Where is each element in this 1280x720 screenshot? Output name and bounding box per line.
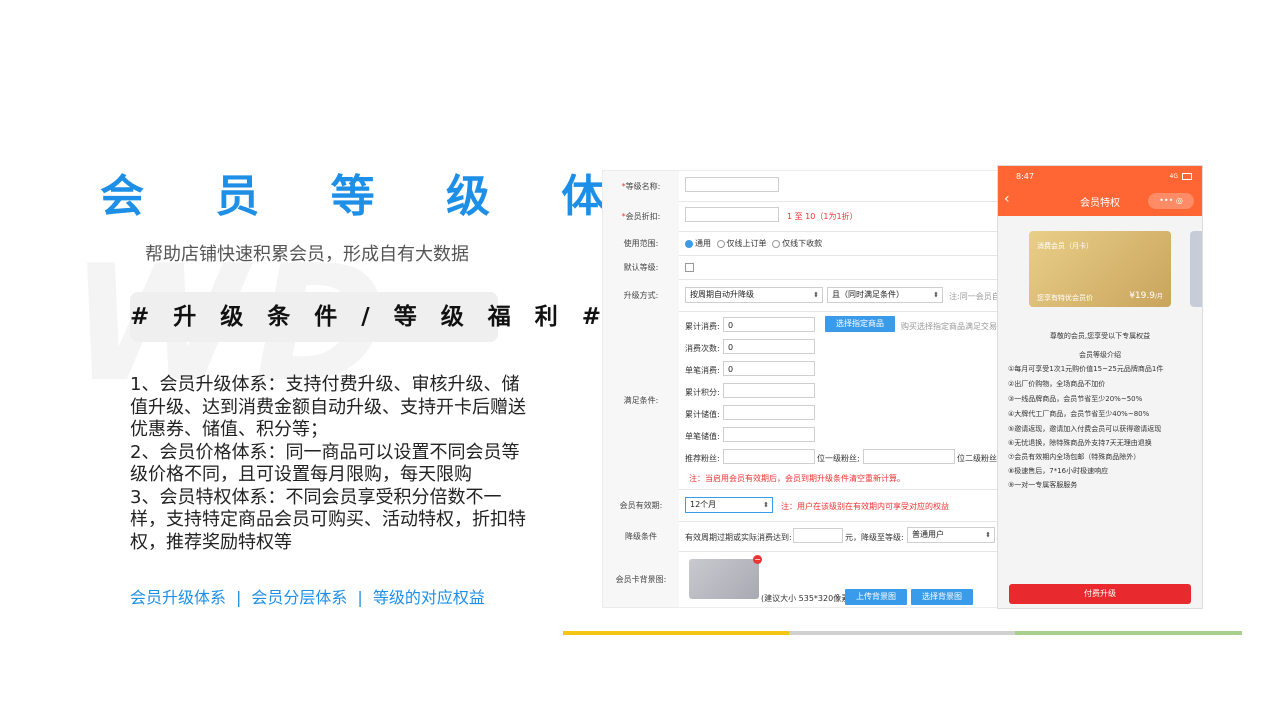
choose-background-button[interactable]: 选择背景图 (911, 589, 973, 605)
downgrade-amount-input[interactable] (793, 528, 843, 543)
remove-image-icon[interactable]: − (753, 555, 762, 564)
benefit-item: ④大牌代工厂商品，会员节省至少40%~80% (1008, 410, 1150, 418)
conditions-warning: 注：当启用会员有效期后，会员到期升级条件清空重新计算。 (689, 474, 905, 483)
link-tier-system[interactable]: 会员分层体系 (251, 588, 347, 607)
card-background-preview (689, 559, 759, 599)
color-bar-gray (789, 631, 1015, 635)
row-upgrade-mode: 升级方式: 按周期自动升降级 ⬍ 且（同时满足条件） ⬍ 注:同一会员自 (603, 279, 999, 312)
benefit-item: ③一线品牌商品，会员节省至少20%~50% (1008, 395, 1143, 403)
status-time: 8:47 (1016, 172, 1034, 181)
select-arrow-icon: ⬍ (763, 501, 769, 509)
upgrade-note: 注:同一会员自 (949, 292, 1000, 301)
admin-form-screenshot: * 等级名称: * 会员折扣: 1 至 10（1为1折） 使用范围: 通用 仅线上订… (602, 170, 1000, 608)
total-stored-value-input[interactable] (723, 405, 815, 420)
phone-screenshot: 8:47 4G ‹ 会员特权 ••• ◎ 消费会员（月卡） 您享有特优会员价 ¥… (997, 165, 1203, 609)
validity-select[interactable]: 12个月 ⬍ (685, 497, 773, 513)
nav-bar: ‹ 会员特权 ••• ◎ (998, 186, 1202, 216)
upgrade-mode-select[interactable]: 按周期自动升降级 ⬍ (685, 287, 823, 303)
section-pill: # 升 级 条 件 / 等 级 福 利 # (130, 292, 601, 342)
total-spend-input[interactable]: 0 (723, 317, 815, 332)
validity-note: 注：用户在该级别在有效期内可享受对应的权益 (781, 502, 949, 511)
next-membership-card[interactable] (1190, 231, 1202, 307)
referral-level1-input[interactable] (723, 449, 815, 464)
color-bar-green (1015, 631, 1242, 635)
row-card-background: 会员卡背景图: − (建议大小 535*320像素) 上传背景图 选择背景图 (603, 551, 999, 607)
row-downgrade: 降级条件 有效周期过期或实际消费达到: 元，降级至等级: 普通用户 ⬍ (603, 521, 999, 552)
downgrade-level-select[interactable]: 普通用户 ⬍ (907, 527, 995, 543)
discount-hint: 1 至 10（1为1折） (787, 212, 858, 221)
feature-point: 1、会员升级体系：支持付费升级、审核升级、储值升级、达到消费金额自动升级、支持开… (130, 374, 526, 440)
row-default-level: 默认等级: (603, 255, 999, 280)
benefit-item: ⑨一对一专属客服服务 (1008, 481, 1078, 489)
scope-radios: 通用 仅线上订单 仅线下收款 (685, 238, 822, 249)
status-bar: 8:47 4G (998, 166, 1202, 186)
single-spend-input[interactable]: 0 (723, 361, 815, 376)
scope-radio-online[interactable] (716, 239, 725, 248)
mini-program-capsule[interactable]: ••• ◎ (1148, 193, 1194, 209)
member-greeting: 尊敬的会员,您享受以下专属权益 (1049, 332, 1151, 340)
total-points-input[interactable] (723, 383, 815, 398)
feature-points: 1、会员升级体系：支持付费升级、审核升级、储值升级、达到消费金额自动升级、支持开… (130, 374, 530, 554)
topic-links: 会员升级体系 | 会员分层体系 | 等级的对应权益 (130, 584, 485, 608)
scope-radio-general[interactable] (685, 239, 693, 248)
row-conditions: 满足条件: 累计消费: 0 选择指定商品 购买选择指定商品满足交易 消费次数: … (603, 311, 999, 490)
slide-subtitle: 帮助店铺快速积累会员，形成自有大数据 (145, 244, 469, 265)
discount-input[interactable] (685, 207, 779, 222)
link-level-benefits[interactable]: 等级的对应权益 (373, 588, 485, 607)
row-validity: 会员有效期: 12个月 ⬍ 注：用户在该级别在有效期内可享受对应的权益 (603, 489, 999, 522)
benefits-section-title: 会员等级介绍 (1079, 351, 1121, 359)
select-arrow-icon: ⬍ (985, 531, 991, 539)
upload-background-button[interactable]: 上传背景图 (845, 589, 907, 605)
benefit-item: ⑦会员有效期内全场包邮（特殊商品除外） (1008, 453, 1141, 461)
color-bar-yellow (563, 631, 789, 635)
single-stored-value-input[interactable] (723, 427, 815, 442)
benefit-item: ⑥无忧退换，除特殊商品外支持7天无理由退换 (1008, 439, 1152, 447)
benefit-item: ⑤邀请返现，邀请加入付费会员可以获得邀请返现 (1008, 425, 1162, 433)
order-count-input[interactable]: 0 (723, 339, 815, 354)
membership-card[interactable]: 消费会员（月卡） 您享有特优会员价 ¥19.9/月 (1029, 231, 1171, 307)
paid-upgrade-button[interactable]: 付费升级 (1009, 584, 1191, 604)
benefit-item: ②出厂价购物，全场商品不加价 (1008, 380, 1106, 388)
row-discount: * 会员折扣: 1 至 10（1为1折） (603, 201, 999, 232)
level-name-input[interactable] (685, 177, 779, 192)
benefit-item: ①每月可享受1次1元购价值15~25元品牌商品1件 (1008, 365, 1164, 373)
link-separator: | (236, 588, 242, 607)
status-signal: 4G (1169, 173, 1178, 180)
select-arrow-icon: ⬍ (933, 291, 939, 299)
link-separator: | (357, 588, 363, 607)
benefit-item: ⑧极速售后，7*16小时极速响应 (1008, 467, 1109, 475)
row-level-name: * 等级名称: (603, 171, 999, 202)
upgrade-logic-select[interactable]: 且（同时满足条件） ⬍ (827, 287, 943, 303)
battery-icon (1182, 173, 1192, 180)
row-scope: 使用范围: 通用 仅线上订单 仅线下收款 (603, 231, 999, 256)
referral-level2-input[interactable] (863, 449, 955, 464)
select-arrow-icon: ⬍ (813, 291, 819, 299)
left-panel: 会 员 等 级 体 系 帮助店铺快速积累会员，形成自有大数据 # 升 级 条 件… (0, 0, 749, 720)
link-upgrade-system[interactable]: 会员升级体系 (130, 588, 226, 607)
select-goods-button[interactable]: 选择指定商品 (825, 316, 895, 332)
scope-radio-offline[interactable] (772, 239, 781, 248)
feature-point: 3、会员特权体系：不同会员享受积分倍数不一样，支持特定商品会员可购买、活动特权，… (130, 486, 526, 553)
feature-point: 2、会员价格体系：同一商品可以设置不同会员等级价格不同，且可设置每月限购，每天限… (130, 441, 520, 486)
slide-title: 会 员 等 级 体 系 (100, 171, 749, 222)
default-level-checkbox[interactable] (685, 263, 694, 272)
